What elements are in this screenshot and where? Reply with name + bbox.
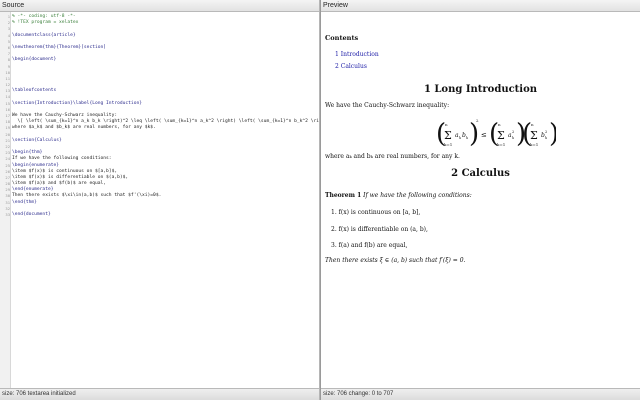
cauchy-schwarz-formula: ( Σ n k=1 a k b k ) 2 ≤ ( Σ n k=1 a k 2 …	[436, 118, 556, 149]
code-text: \begin{thm}	[12, 150, 43, 156]
toc-link-introduction[interactable]: 1 Introduction	[335, 51, 379, 58]
svg-text:k: k	[466, 136, 468, 140]
code-text: \begin{enumerate}	[12, 162, 60, 168]
svg-text:2: 2	[512, 130, 514, 134]
code-text: \end{thm}	[12, 199, 37, 205]
code-text: Then there exists $\xi\in(a,b)$ such tha…	[12, 193, 162, 199]
svg-text:Σ: Σ	[530, 129, 538, 142]
svg-text:n: n	[445, 122, 448, 127]
svg-text:k: k	[512, 136, 514, 140]
code-lines[interactable]: 1% -*- coding: utf-8 -*- 2% !TEX program …	[5, 14, 319, 218]
section-2-title: 2 Calculus	[451, 168, 510, 179]
theorem-label: Theorem 1	[325, 192, 362, 199]
theorem-condition: 1. f(x) is continuous on [a, b],	[331, 209, 421, 216]
code-text: where $a_k$ and $b_k$ are real numbers, …	[12, 125, 156, 131]
svg-text:): )	[549, 119, 556, 149]
svg-text:k: k	[459, 136, 461, 140]
code-text: We have the Cauchy-Schwarz inequality:	[12, 113, 118, 118]
svg-text:Σ: Σ	[444, 129, 452, 142]
code-text: \section{Calculus}	[12, 137, 62, 143]
theorem-text: If we have the following conditions:	[363, 192, 472, 199]
theorem-conclusion: Then there exists ξ ∈ (a, b) such that f…	[325, 257, 466, 264]
code-text: \documentclass{article}	[12, 32, 76, 38]
theorem-condition: 3. f(a) and f(b) are equal,	[331, 242, 408, 249]
svg-text:k: k	[545, 136, 547, 140]
source-status-bar: size: 706 textarea initialized	[0, 388, 319, 400]
code-text: \end{document}	[12, 212, 51, 217]
svg-text:Σ: Σ	[497, 129, 505, 142]
where-text: where aₖ and bₖ are real numbers, for an…	[325, 153, 460, 160]
svg-text:≤: ≤	[481, 131, 487, 139]
intro-text: We have the Cauchy-Schwarz inequality:	[325, 102, 450, 109]
line-number: 33	[5, 212, 10, 217]
preview-status-bar: size: 706 change: 0 to 707	[321, 388, 640, 400]
source-pane: Source 1% -*- coding: utf-8 -*- 2% !TEX p…	[0, 0, 320, 400]
source-editor[interactable]: 1% -*- coding: utf-8 -*- 2% !TEX program …	[0, 12, 319, 388]
svg-text:n: n	[531, 122, 534, 127]
toc-link-calculus[interactable]: 2 Calculus	[335, 63, 367, 70]
code-text: \item $f(a)$ and $f(b)$ are equal,	[12, 181, 107, 187]
code-text: If we have the following conditions:	[12, 156, 112, 162]
preview-pane: Preview Contents 1 Introduction 2 Calcul…	[320, 0, 640, 400]
code-text: % -*- coding: utf-8 -*-	[12, 14, 76, 19]
code-text: \item $f(x)$ is differentiable on $(a,b)…	[12, 174, 129, 180]
code-text: % !TEX program = xelatex	[12, 20, 79, 26]
code-text: \end{enumerate}	[12, 187, 54, 193]
contents-heading: Contents	[325, 34, 359, 42]
svg-text:k=1: k=1	[530, 142, 538, 147]
code-text: \section{Introduction}\label{Long Introd…	[12, 100, 142, 106]
code-text: \tableofcontents	[12, 88, 57, 94]
svg-text:k=1: k=1	[497, 142, 505, 147]
svg-text:2: 2	[545, 130, 547, 134]
section-1-title: 1 Long Introduction	[423, 84, 538, 95]
code-text: \item $f(x)$ is continuous on $[a,b]$,	[12, 168, 118, 174]
svg-text:k=1: k=1	[444, 142, 452, 147]
svg-text:): )	[469, 119, 479, 149]
theorem-statement: Theorem 1 If we have the following condi…	[325, 192, 636, 199]
theorem-condition: 2. f(x) is differentiable on (a, b),	[331, 226, 428, 233]
code-text: \begin{document}	[12, 57, 57, 63]
code-line[interactable]: 33 \end{document}	[5, 212, 319, 218]
code-text: \newtheorem{thm}{Theorem}[section]	[12, 44, 107, 50]
source-pane-title: Source	[0, 0, 319, 12]
code-text: \[ \left( \sum_{k=1}^n a_k b_k \right)^2…	[12, 119, 319, 125]
svg-text:n: n	[498, 122, 501, 127]
preview-pane-title: Preview	[321, 0, 640, 12]
preview-document: Contents 1 Introduction 2 Calculus 1 Lon…	[321, 12, 640, 388]
